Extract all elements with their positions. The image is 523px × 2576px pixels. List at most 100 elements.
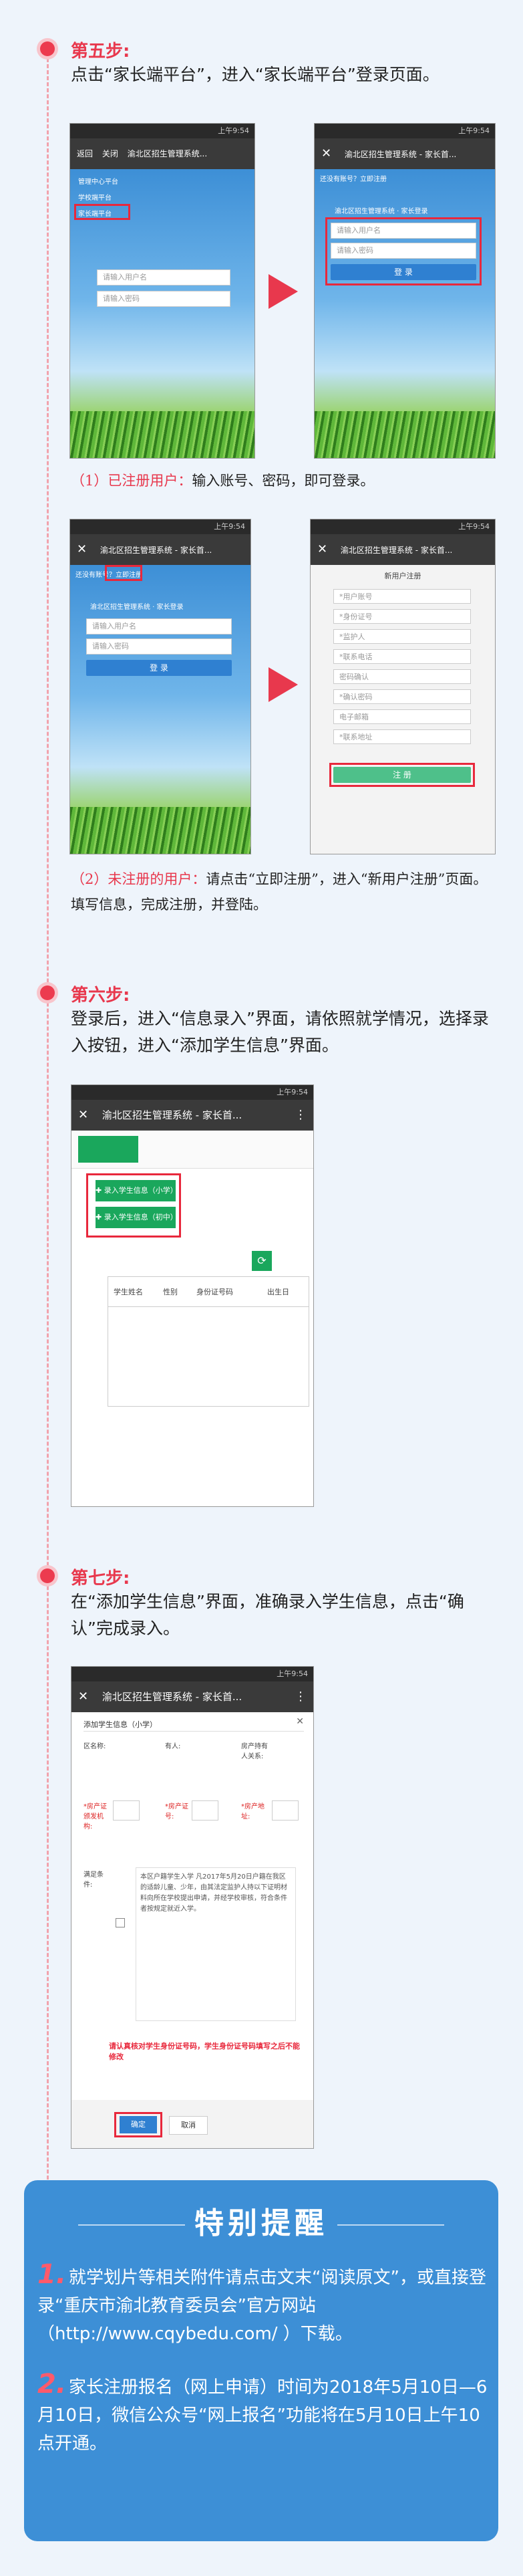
close-button[interactable]: 关闭 xyxy=(102,149,118,158)
app-title: 渝北区招生管理系统 - 家长首... xyxy=(102,1691,242,1703)
form-title: 添加学生信息（小学） xyxy=(83,1720,157,1729)
register-field-guardian[interactable]: *监护人 xyxy=(333,629,471,644)
app-bar: 返回 关闭 渝北区招生管理系统... xyxy=(70,138,254,169)
step6-title: 第六步: xyxy=(71,985,130,1006)
close-icon[interactable]: ✕ xyxy=(317,542,327,556)
tab-info-entry[interactable] xyxy=(78,1136,138,1163)
password-field[interactable]: 请输入密码 xyxy=(86,638,232,655)
more-icon[interactable]: ⋮ xyxy=(295,1100,307,1131)
close-icon[interactable]: ✕ xyxy=(296,1716,304,1727)
highlight-box xyxy=(74,204,130,220)
register-link[interactable]: 还没有账号？立即注册 xyxy=(320,173,387,183)
step7-title: 第七步: xyxy=(71,1568,130,1589)
username-field[interactable]: 请输入用户名 xyxy=(86,618,232,634)
screenshot-info-entry: 上午9:54 ✕ 渝北区招生管理系统 - 家长首... ⋮ ✚ 录入学生信息（小… xyxy=(71,1084,314,1507)
label-owner: 有人: xyxy=(165,1743,181,1750)
step7-description: 在“添加学生信息”界面，准确录入学生信息，点击“确认”完成录入。 xyxy=(71,1592,464,1638)
app-bar: ✕ 渝北区招生管理系统 - 家长首... xyxy=(315,138,495,169)
label-authority: *房产证颁发机构: xyxy=(83,1803,107,1831)
condition-text: 本区户籍学生入学 凡2017年5月20日户籍在我区的适龄儿童、少年，由其法定监护… xyxy=(136,1867,296,2021)
refresh-icon[interactable]: ⟳ xyxy=(252,1251,272,1271)
label-address: *房产地址: xyxy=(241,1803,265,1821)
app-title: 渝北区招生管理系统 - 家长首... xyxy=(340,546,453,555)
form-warning: 请认真核对学生身份证号码，学生身份证号码填写之后不能修改 xyxy=(109,2042,300,2061)
highlight-box xyxy=(105,565,142,581)
step5-dot xyxy=(40,41,55,56)
col-gender: 性别 xyxy=(163,1288,178,1296)
screenshot-register-form: 上午9:54 ✕ 渝北区招生管理系统 - 家长首... 新用户注册 *用户账号 … xyxy=(310,519,496,854)
password-field[interactable]: 请输入密码 xyxy=(97,291,230,307)
status-bar: 上午9:54 xyxy=(70,519,250,534)
back-button[interactable]: 返回 xyxy=(77,149,93,158)
step6-dot xyxy=(40,985,55,1000)
arrow-right-icon xyxy=(269,274,298,309)
register-field-confirm[interactable]: *确认密码 xyxy=(333,689,471,704)
form-footer: 确定 取消 xyxy=(71,2100,313,2148)
screenshot-register-link: 上午9:54 ✕ 渝北区招生管理系统 - 家长首... 还没有账号？立即注册 渝… xyxy=(69,519,251,854)
reminder-item-1: 1. 就学划片等相关附件请点击文末“阅读原文”，或直接登录“重庆市渝北教育委员会”… xyxy=(37,2259,486,2344)
student-table-body xyxy=(108,1306,309,1407)
form-area: 新用户注册 *用户账号 *身份证号 *监护人 *联系电话 密码确认 *确认密码 … xyxy=(311,565,495,854)
title-line-left xyxy=(78,2224,185,2226)
register-field-email[interactable]: 电子邮箱 xyxy=(333,709,471,724)
close-icon[interactable]: ✕ xyxy=(78,1108,88,1122)
input-cert[interactable] xyxy=(192,1800,218,1821)
step5-title: 第五步: xyxy=(71,41,130,62)
close-icon[interactable]: ✕ xyxy=(77,542,87,556)
status-bar: 上午9:54 xyxy=(311,519,495,534)
label-relation: 房产持有人关系: xyxy=(241,1743,268,1760)
app-bar: ✕ 渝北区招生管理系统 - 家长首... ⋮ xyxy=(71,1100,313,1131)
status-bar: 上午9:54 xyxy=(315,124,495,138)
app-bar: ✕ 渝北区招生管理系统 - 家长首... ⋮ xyxy=(71,1681,313,1712)
screenshot-login: 上午9:54 ✕ 渝北区招生管理系统 - 家长首... 还没有账号？立即注册 渝… xyxy=(314,123,496,459)
screenshot-menu: 上午9:54 返回 关闭 渝北区招生管理系统... 管理中心平台 学校端平台 家… xyxy=(69,123,255,459)
title-line-right xyxy=(337,2224,444,2226)
grass xyxy=(70,807,250,854)
arrow-right-icon xyxy=(269,667,298,702)
register-field-password[interactable]: 密码确认 xyxy=(333,669,471,684)
username-field[interactable]: 请输入用户名 xyxy=(97,269,230,285)
close-icon[interactable]: ✕ xyxy=(78,1689,88,1704)
app-title: 渝北区招生管理系统... xyxy=(127,149,208,158)
register-title: 新用户注册 xyxy=(384,572,421,580)
status-bar: 上午9:54 xyxy=(71,1085,313,1100)
input-authority[interactable] xyxy=(113,1800,140,1821)
app-title: 渝北区招生管理系统 - 家长首... xyxy=(344,150,457,159)
student-table-header: 学生姓名 性别 身份证号码 出生日 xyxy=(108,1276,309,1307)
col-name: 学生姓名 xyxy=(114,1288,143,1296)
grass xyxy=(70,411,254,458)
sky-background: 还没有账号？立即注册 渝北区招生管理系统 · 家长登录 请输入用户名 请输入密码… xyxy=(315,169,495,458)
register-field-account[interactable]: *用户账号 xyxy=(333,589,471,604)
sky-background: 还没有账号？立即注册 渝北区招生管理系统 · 家长登录 请输入用户名 请输入密码… xyxy=(70,565,250,854)
highlight-box xyxy=(325,217,482,285)
cancel-button[interactable]: 取消 xyxy=(169,2116,208,2135)
condition-checkbox[interactable] xyxy=(116,1918,125,1927)
status-bar: 上午9:54 xyxy=(71,1667,313,1681)
grass xyxy=(315,411,495,458)
timeline-line xyxy=(47,40,49,2180)
highlight-box xyxy=(86,1173,181,1238)
register-field-id[interactable]: *身份证号 xyxy=(333,609,471,624)
label-district: 区名称: xyxy=(83,1743,106,1750)
note-registered: （1）已注册用户：输入账号、密码，即可登录。 xyxy=(71,473,375,489)
input-address[interactable] xyxy=(272,1800,299,1821)
status-bar: 上午9:54 xyxy=(70,124,254,138)
label-cert: *房产证号: xyxy=(165,1803,188,1821)
login-heading: 渝北区招生管理系统 · 家长登录 xyxy=(335,208,428,215)
divider xyxy=(83,1731,304,1732)
highlight-box xyxy=(329,763,475,787)
app-bar: ✕ 渝北区招生管理系统 - 家长首... xyxy=(311,534,495,565)
more-icon[interactable]: ⋮ xyxy=(295,1681,307,1712)
menu-item-admin[interactable]: 管理中心平台 xyxy=(78,176,118,186)
register-field-phone[interactable]: *联系电话 xyxy=(333,649,471,664)
app-bar: ✕ 渝北区招生管理系统 - 家长首... xyxy=(70,534,250,565)
note-unregistered: （2）未注册的用户：请点击“立即注册”，进入“新用户注册”页面。填写信息，完成注… xyxy=(71,871,488,913)
register-field-address[interactable]: *联系地址 xyxy=(333,729,471,744)
app-title: 渝北区招生管理系统 - 家长首... xyxy=(102,1109,242,1121)
reminder-item-2: 2. 家长注册报名（网上申请）时间为2018年5月10日—6月10日，微信公众号“… xyxy=(37,2369,488,2454)
login-button[interactable]: 登 录 xyxy=(86,660,232,676)
sky-background: 管理中心平台 学校端平台 家长端平台 请输入用户名 请输入密码 xyxy=(70,169,254,458)
close-icon[interactable]: ✕ xyxy=(321,146,331,160)
step6-description: 登录后，进入“信息录入”界面，请依照就学情况，选择录入按钮，进入“添加学生信息”… xyxy=(71,1009,489,1055)
menu-item-school[interactable]: 学校端平台 xyxy=(78,192,112,202)
